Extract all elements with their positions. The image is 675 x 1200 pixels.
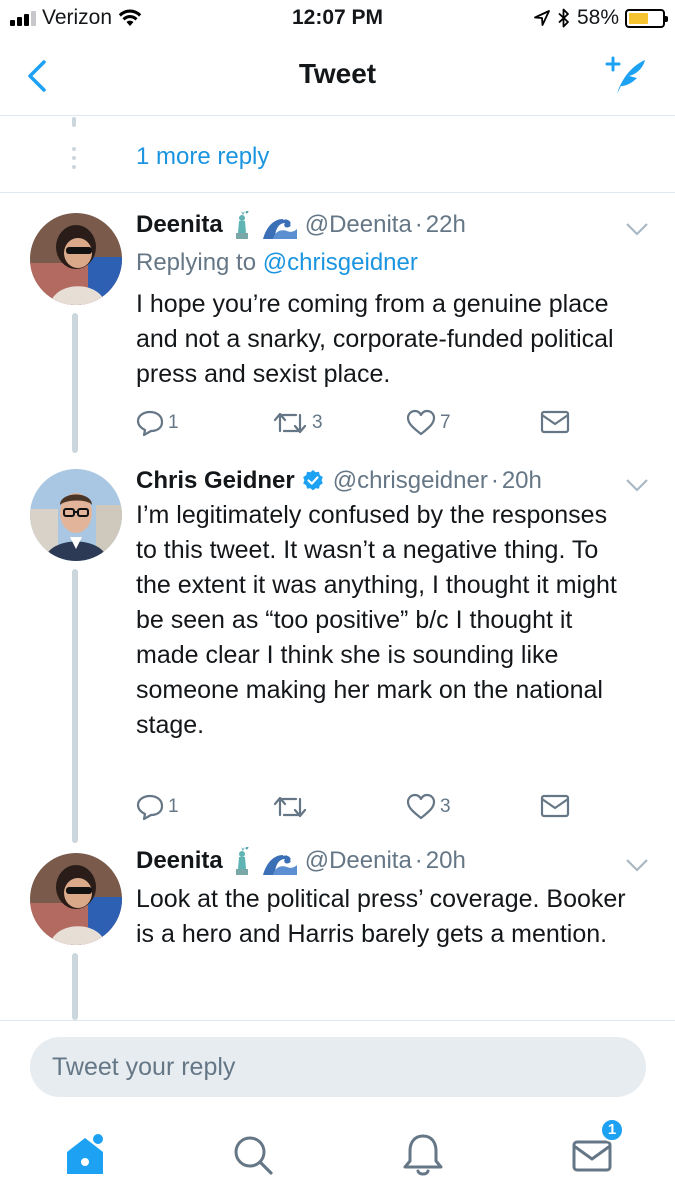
separator-dot: · bbox=[414, 211, 423, 238]
like-count: 7 bbox=[440, 412, 451, 433]
avatar[interactable] bbox=[30, 213, 122, 305]
thread-dots bbox=[72, 147, 76, 169]
author-handle[interactable]: @chrisgeidner bbox=[333, 467, 488, 495]
tab-bar: 1 bbox=[0, 1112, 675, 1200]
thread-line bbox=[72, 313, 78, 453]
chevron-down-icon[interactable] bbox=[625, 857, 649, 873]
tweet[interactable]: Deenita @Deenita · 20h Look at the polit… bbox=[0, 843, 675, 1020]
more-replies-row: 1 more reply bbox=[0, 117, 675, 193]
messages-tab[interactable]: 1 bbox=[568, 1118, 624, 1180]
tweet[interactable]: Chris Geidner @chrisgeidner · 20h I’m le… bbox=[0, 453, 675, 843]
replying-prefix: Replying to bbox=[136, 249, 257, 276]
like-button[interactable]: 3 bbox=[406, 793, 451, 821]
reply-button[interactable]: 1 bbox=[136, 409, 179, 437]
retweet-button[interactable]: 3 bbox=[272, 409, 323, 437]
separator-dot: · bbox=[414, 847, 423, 874]
tweet-header: Deenita @Deenita · 22h bbox=[136, 211, 466, 239]
tweet-timestamp[interactable]: 22h bbox=[426, 211, 466, 239]
retweet-button[interactable] bbox=[272, 793, 312, 821]
tweet[interactable]: Deenita @Deenita · 22h Replying to @chri… bbox=[0, 193, 675, 453]
retweet-icon bbox=[273, 412, 307, 434]
tweet-actions: 1 3 7 bbox=[136, 409, 576, 439]
statue-of-liberty-icon bbox=[235, 211, 249, 239]
tweet-actions: 1 3 bbox=[136, 793, 576, 823]
tweet-header: Deenita @Deenita · 20h bbox=[136, 847, 466, 875]
bluetooth-icon bbox=[558, 8, 569, 28]
reply-input[interactable] bbox=[30, 1037, 646, 1097]
author-handle[interactable]: @Deenita bbox=[305, 847, 412, 875]
author-name[interactable]: Deenita bbox=[136, 847, 223, 875]
author-handle[interactable]: @Deenita bbox=[305, 211, 412, 239]
battery-percent: 58% bbox=[576, 6, 619, 29]
more-replies-link[interactable]: 1 more reply bbox=[136, 143, 269, 171]
thread-line bbox=[72, 569, 78, 843]
like-count: 3 bbox=[440, 796, 451, 817]
reply-count: 1 bbox=[168, 412, 179, 433]
direct-message-button[interactable] bbox=[540, 409, 570, 435]
page-title: Tweet bbox=[298, 58, 377, 89]
water-wave-icon bbox=[262, 217, 297, 239]
tweet-text: I hope you’re coming from a genuine plac… bbox=[136, 290, 614, 388]
battery-fill bbox=[629, 12, 648, 24]
envelope-icon bbox=[540, 794, 570, 818]
home-icon[interactable] bbox=[60, 1130, 110, 1180]
reply-bar bbox=[0, 1020, 675, 1112]
location-icon bbox=[534, 10, 550, 26]
statue-of-liberty-icon bbox=[235, 847, 249, 875]
chevron-down-icon[interactable] bbox=[625, 221, 649, 237]
tweet-header: Chris Geidner @chrisgeidner · 20h bbox=[136, 467, 542, 495]
chevron-down-icon[interactable] bbox=[625, 477, 649, 493]
thread-line bbox=[72, 953, 78, 1020]
separator-dot: · bbox=[490, 467, 499, 494]
direct-message-button[interactable] bbox=[540, 793, 570, 819]
reply-icon bbox=[136, 410, 164, 437]
mention-link[interactable]: @chrisgeidner bbox=[263, 249, 418, 276]
status-bar: Verizon 12:07 PM 58% bbox=[0, 0, 675, 38]
thread-line bbox=[72, 117, 76, 127]
heart-icon bbox=[406, 793, 436, 820]
tweet-text: I’m legitimately confused by the respons… bbox=[136, 501, 617, 739]
search-icon[interactable] bbox=[228, 1130, 278, 1180]
retweet-count: 3 bbox=[312, 412, 323, 433]
message-badge: 1 bbox=[600, 1118, 624, 1142]
verified-badge-icon bbox=[302, 470, 323, 491]
retweet-icon bbox=[273, 796, 307, 818]
heart-icon bbox=[406, 409, 436, 436]
envelope-icon bbox=[540, 410, 570, 434]
compose-tweet-icon[interactable] bbox=[603, 54, 649, 98]
reply-icon bbox=[136, 794, 164, 821]
reply-count: 1 bbox=[168, 796, 179, 817]
battery-icon bbox=[625, 8, 668, 28]
avatar[interactable] bbox=[30, 853, 122, 945]
avatar[interactable] bbox=[30, 469, 122, 561]
tweet-timestamp[interactable]: 20h bbox=[426, 847, 466, 875]
navigation-bar: Tweet bbox=[0, 38, 675, 116]
reply-button[interactable]: 1 bbox=[136, 793, 179, 821]
tweet-text: Look at the political press’ coverage. B… bbox=[136, 885, 626, 948]
like-button[interactable]: 7 bbox=[406, 409, 451, 437]
replying-to: Replying to @chrisgeidner bbox=[136, 249, 418, 277]
tweet-timestamp[interactable]: 20h bbox=[502, 467, 542, 495]
status-right: 58% bbox=[533, 6, 668, 30]
author-name[interactable]: Deenita bbox=[136, 211, 223, 239]
notifications-icon[interactable] bbox=[398, 1130, 448, 1180]
water-wave-icon bbox=[262, 853, 297, 875]
author-name[interactable]: Chris Geidner bbox=[136, 467, 295, 495]
